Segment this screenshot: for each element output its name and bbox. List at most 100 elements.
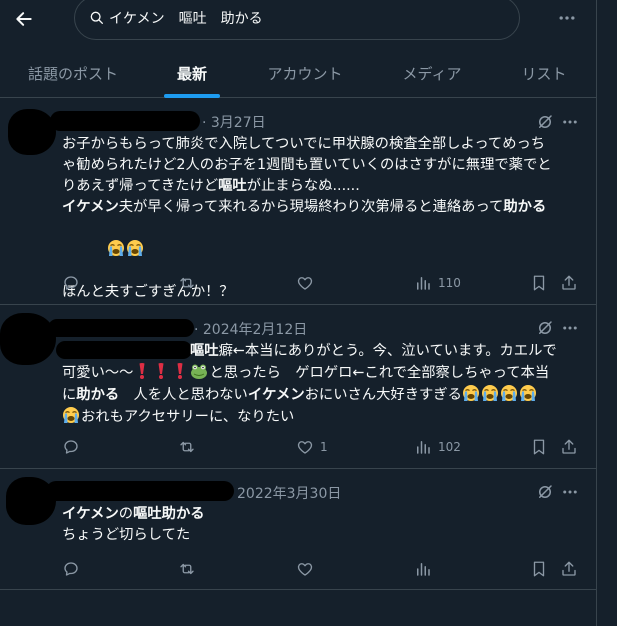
bookmark-button[interactable]: [530, 559, 548, 579]
bookmark-icon: [530, 438, 548, 456]
red-exclamation-icon: [152, 362, 170, 380]
retweet-button[interactable]: [178, 437, 196, 457]
arrow-left-icon: [16, 12, 32, 26]
loudly-crying-face-icon: [62, 406, 80, 424]
tweet-line: お子からもらって肺炎で入院してついでに甲状腺の検査全部しよってめっち: [62, 136, 546, 152]
highlight-keyword: 助かる: [503, 199, 547, 215]
tweet-line: おれもアクセサリーに、なりたい: [62, 406, 582, 428]
highlight-keyword: イケメン: [62, 506, 119, 522]
search-header: イケメン 嘔吐 助かる: [0, 0, 597, 40]
tweet-1[interactable]: · 3月27日 お子からもらって肺炎で入院してついでに甲状腺の検査全部しよってめ…: [0, 99, 597, 305]
views-icon: [414, 560, 432, 578]
tab-top[interactable]: 話題のポスト: [14, 48, 132, 98]
tweet-actions: 1 102: [62, 437, 582, 457]
author-name-redacted[interactable]: [50, 111, 200, 131]
like-count: 1: [320, 440, 328, 454]
views-button[interactable]: 102: [414, 437, 461, 457]
more-icon: [561, 483, 579, 501]
highlight-keyword: イケメン: [62, 199, 119, 215]
tab-latest[interactable]: 最新: [160, 48, 224, 98]
bookmark-button[interactable]: [530, 273, 548, 293]
heart-icon: [296, 560, 314, 578]
bookmark-icon: [530, 274, 548, 292]
grok-icon[interactable]: [536, 483, 554, 501]
bookmark-button[interactable]: [530, 437, 548, 457]
author-name-redacted[interactable]: [46, 481, 234, 501]
tweet-line: イケメン夫が早く帰って来れるから現場終わり次第帰ると連絡あって助かる: [62, 199, 547, 215]
search-input[interactable]: イケメン 嘔吐 助かる: [74, 0, 520, 40]
avatar[interactable]: [0, 313, 56, 365]
tweet-more-button[interactable]: [561, 483, 579, 501]
like-button[interactable]: 1: [296, 437, 328, 457]
like-button[interactable]: [296, 273, 320, 293]
highlight-keyword: 助かる: [76, 387, 120, 403]
tweet-more-button[interactable]: [561, 113, 579, 131]
more-icon: [557, 8, 577, 28]
reply-button[interactable]: [62, 437, 80, 457]
search-tabs: 話題のポスト 最新 アカウント メディア リスト: [0, 48, 597, 98]
tweet-text: イケメンの嘔吐助かる ちょうど切らしてた: [62, 504, 582, 546]
like-button[interactable]: [296, 559, 320, 579]
header-more-button[interactable]: [557, 6, 577, 30]
tab-media[interactable]: メディア: [392, 48, 472, 98]
grok-icon[interactable]: [536, 319, 554, 337]
reply-button[interactable]: [62, 559, 80, 579]
tweet-date[interactable]: 2022年3月30日: [237, 483, 341, 503]
share-button[interactable]: [560, 559, 578, 579]
frog-icon: [190, 362, 208, 380]
bookmark-icon: [530, 560, 548, 578]
share-button[interactable]: [560, 437, 578, 457]
grok-icon[interactable]: [536, 113, 554, 131]
tab-people[interactable]: アカウント: [256, 48, 354, 98]
retweet-icon: [178, 438, 196, 456]
views-button[interactable]: [414, 559, 438, 579]
tweet-more-button[interactable]: [561, 319, 579, 337]
views-icon: [414, 274, 432, 292]
share-icon: [560, 274, 578, 292]
heart-icon: [296, 274, 314, 292]
tweet-line: 可愛い〜〜 と思ったら ゲロゲロ←これで全部察しちゃって本当: [62, 362, 582, 384]
share-icon: [560, 438, 578, 456]
tweet-date[interactable]: · 3月27日: [202, 112, 266, 132]
retweet-button[interactable]: [178, 273, 196, 293]
red-exclamation-icon: [133, 362, 151, 380]
tweet-date[interactable]: · 2024年2月12日: [194, 319, 307, 339]
views-icon: [414, 438, 432, 456]
active-tab-indicator: [164, 94, 220, 98]
tweet-3[interactable]: 2022年3月30日 イケメンの嘔吐助かる ちょうど切らしてた: [0, 469, 597, 590]
highlight-keyword: 嘔吐: [190, 343, 219, 359]
loudly-crying-face-icon: [519, 384, 537, 402]
tweet-line: イケメンの嘔吐助かる: [62, 506, 205, 522]
heart-icon: [296, 438, 314, 456]
back-button[interactable]: [12, 8, 36, 30]
tweet-line: りあえず帰ってきたけど嘔吐が止まらなぬ......: [62, 178, 360, 194]
search-results-page: イケメン 嘔吐 助かる 話題のポスト 最新 アカウント メディア リスト · 3…: [0, 0, 617, 626]
loudly-crying-face-icon: [126, 239, 144, 257]
highlight-keyword: 嘔吐助かる: [133, 506, 205, 522]
reply-button[interactable]: [62, 273, 80, 293]
avatar[interactable]: [8, 109, 56, 155]
more-icon: [561, 319, 579, 337]
loudly-crying-face-icon: [481, 384, 499, 402]
view-count: 110: [438, 276, 461, 290]
tweet-line: 嘔吐癖←本当にありがとう。今、泣いています。カエルで: [190, 343, 557, 359]
view-count: 102: [438, 440, 461, 454]
reply-icon: [62, 438, 80, 456]
tweet-line: に助かる 人を人と思わないイケメンおにいさん大好きすぎる: [62, 384, 582, 406]
retweet-icon: [178, 274, 196, 292]
retweet-icon: [178, 560, 196, 578]
share-button[interactable]: [560, 273, 578, 293]
loudly-crying-face-icon: [500, 384, 518, 402]
search-query: イケメン 嘔吐 助かる: [109, 11, 263, 27]
tweet-line: ゃ勧められたけど2人のお子を1週間も置いていくのはさすがに無理で薬でと: [62, 157, 552, 173]
views-button[interactable]: 110: [414, 273, 461, 293]
tweet-2[interactable]: · 2024年2月12日 嘔吐癖←本当にありがとう。今、泣いています。カエルで …: [0, 305, 597, 469]
highlight-keyword: 嘔吐: [218, 178, 247, 194]
timeline-column: イケメン 嘔吐 助かる 話題のポスト 最新 アカウント メディア リスト · 3…: [0, 0, 597, 626]
tweet-actions: 110: [62, 273, 582, 293]
loudly-crying-face-icon: [462, 384, 480, 402]
loudly-crying-face-icon: [107, 239, 125, 257]
tab-lists[interactable]: リスト: [512, 48, 576, 98]
retweet-button[interactable]: [178, 559, 196, 579]
author-name-redacted[interactable]: [48, 319, 194, 337]
